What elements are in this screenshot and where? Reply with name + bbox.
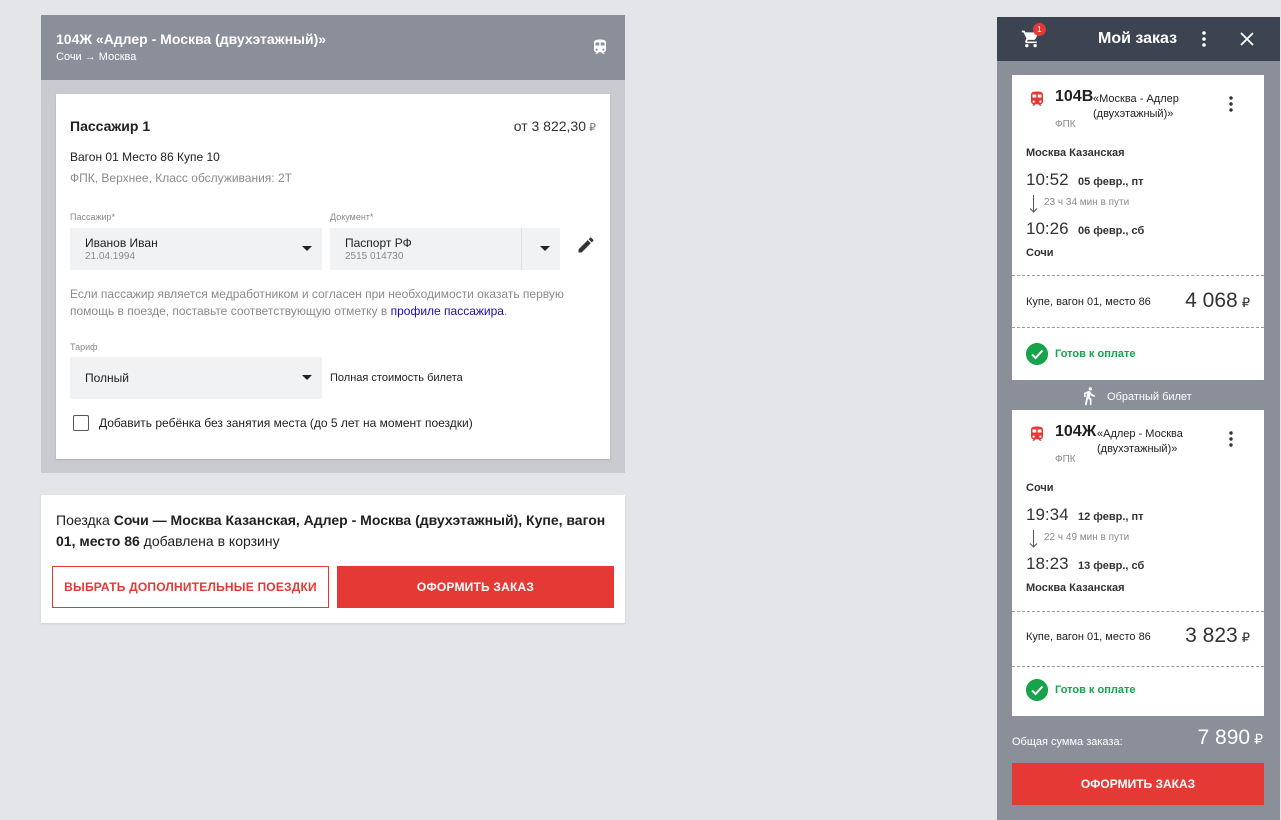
train-number: 104В bbox=[1055, 88, 1094, 105]
pencil-icon[interactable] bbox=[576, 235, 596, 255]
departure-date: 12 февр., пт bbox=[1078, 511, 1144, 523]
departure-station: Москва Казанская bbox=[1026, 147, 1125, 159]
seat-info: Купе, вагон 01, место 86 bbox=[1026, 296, 1151, 308]
arrival-date: 06 февр., сб bbox=[1078, 225, 1145, 237]
passenger-dob: 21.04.1994 bbox=[85, 251, 136, 262]
dropdown-arrow-icon bbox=[302, 246, 312, 251]
document-type: Паспорт РФ bbox=[345, 236, 412, 250]
currency-symbol: ₽ bbox=[1241, 630, 1250, 645]
return-ticket-row: Обратный билет bbox=[997, 384, 1280, 408]
arrival-date: 13 февр., сб bbox=[1078, 560, 1145, 572]
train-number: 104Ж bbox=[1055, 423, 1097, 440]
currency-symbol: ₽ bbox=[589, 122, 596, 134]
passenger-field-label: Пассажир* bbox=[70, 212, 116, 222]
tariff-select[interactable]: Полный bbox=[70, 357, 322, 399]
check-icon bbox=[1026, 679, 1048, 701]
divider bbox=[1012, 611, 1264, 612]
seat-info: Купе, вагон 01, место 86 bbox=[1026, 631, 1151, 643]
tariff-note: Полная стоимость билета bbox=[330, 372, 463, 384]
tariff-field-label: Тариф bbox=[70, 342, 98, 352]
payment-status: Готов к оплате bbox=[1055, 684, 1136, 696]
document-number: 2515 014730 bbox=[345, 251, 404, 262]
carrier: ФПК bbox=[1055, 454, 1076, 465]
train-name: «Адлер - Москва (двухэтажный)» bbox=[1097, 428, 1183, 455]
dropdown-arrow-icon bbox=[302, 375, 312, 380]
trip-title: 104Ж «Адлер - Москва (двухэтажный)» bbox=[56, 31, 327, 47]
child-checkbox[interactable] bbox=[73, 415, 89, 431]
passenger-select[interactable]: Иванов Иван 21.04.1994 bbox=[70, 228, 322, 270]
train-icon bbox=[1031, 426, 1043, 441]
currency-symbol: ₽ bbox=[1254, 731, 1263, 747]
train-icon bbox=[1031, 91, 1043, 106]
order-total-value: 7 890 ₽ bbox=[1198, 726, 1263, 750]
cart-count-badge: 1 bbox=[1033, 23, 1046, 36]
arrival-station: Сочи bbox=[1026, 247, 1054, 259]
tariff-value: Полный bbox=[85, 371, 129, 385]
added-to-cart-card: Поездка Сочи — Москва Казанская, Адлер -… bbox=[41, 495, 625, 623]
passenger-profile-link[interactable]: профиле пассажира bbox=[391, 304, 504, 318]
currency-symbol: ₽ bbox=[1241, 295, 1250, 310]
price-amount: от 3 822,30 bbox=[513, 118, 586, 134]
travel-duration: 22 ч 49 мин в пути bbox=[1044, 532, 1130, 543]
document-field-label: Документ* bbox=[330, 212, 374, 222]
check-icon bbox=[1026, 343, 1048, 365]
class-info: ФПК, Верхнее, Класс обслуживания: 2Т bbox=[70, 171, 292, 185]
trip-header: 104Ж «Адлер - Москва (двухэтажный)» Сочи… bbox=[41, 15, 625, 80]
trip-card: 104Ж «Адлер - Москва (двухэтажный)» Сочи… bbox=[41, 15, 625, 473]
train-icon bbox=[594, 39, 606, 54]
arrival-station: Москва Казанская bbox=[1026, 582, 1125, 594]
passenger-title: Пассажир 1 bbox=[70, 118, 151, 134]
kebab-icon[interactable] bbox=[1223, 430, 1239, 448]
divider bbox=[1012, 666, 1264, 667]
divider bbox=[1012, 275, 1264, 276]
kebab-icon[interactable] bbox=[1223, 95, 1239, 113]
checkout-button[interactable]: ОФОРМИТЬ ЗАКАЗ bbox=[337, 566, 614, 608]
order-trip-item: 104Ж «Адлер - Москва (двухэтажный)» ФПК … bbox=[1012, 410, 1264, 716]
medic-info-text: Если пассажир является медработником и с… bbox=[70, 286, 590, 320]
kebab-icon[interactable] bbox=[1195, 29, 1213, 49]
price-amount: 3 823 bbox=[1185, 624, 1238, 647]
departure-date: 05 февр., пт bbox=[1078, 176, 1144, 188]
passenger-panel: Пассажир 1 от 3 822,30 ₽ Вагон 01 Место 8… bbox=[56, 94, 610, 459]
departure-time: 10:52 bbox=[1026, 170, 1069, 189]
carrier: ФПК bbox=[1055, 119, 1076, 130]
document-select[interactable]: Паспорт РФ 2515 014730 bbox=[330, 228, 560, 270]
travel-duration: 23 ч 34 мин в пути bbox=[1044, 197, 1130, 208]
payment-status: Готов к оплате bbox=[1055, 348, 1136, 360]
passenger-price: от 3 822,30 ₽ bbox=[514, 118, 596, 134]
order-title: Мой заказ bbox=[1098, 30, 1178, 47]
order-header: 1 Мой заказ bbox=[997, 17, 1280, 61]
dropdown-arrow-icon bbox=[540, 246, 550, 251]
added-suffix: добавлена в корзину bbox=[139, 533, 280, 549]
trip-route: Сочи → Москва bbox=[56, 51, 137, 63]
total-amount: 7 890 bbox=[1197, 726, 1251, 749]
passenger-name: Иванов Иван bbox=[85, 236, 158, 250]
arrow-down-icon bbox=[1029, 530, 1038, 548]
train-name: «Москва - Адлер (двухэтажный)» bbox=[1093, 93, 1179, 120]
order-total-label: Общая сумма заказа: bbox=[1012, 736, 1123, 748]
added-trip-details: Сочи — Москва Казанская, Адлер - Москва … bbox=[56, 512, 606, 549]
price-amount: 4 068 bbox=[1185, 289, 1238, 312]
divider bbox=[1012, 327, 1264, 328]
return-ticket-label: Обратный билет bbox=[1107, 391, 1192, 403]
arrival-time: 18:23 bbox=[1026, 554, 1069, 573]
trip-price: 3 823 ₽ bbox=[1185, 624, 1250, 648]
arrival-time: 10:26 bbox=[1026, 219, 1069, 238]
departure-station: Сочи bbox=[1026, 482, 1054, 494]
departure-time: 19:34 bbox=[1026, 505, 1069, 524]
order-trip-item: 104В «Москва - Адлер (двухэтажный)» ФПК … bbox=[1012, 75, 1264, 380]
walk-icon bbox=[1084, 387, 1095, 406]
close-icon[interactable] bbox=[1237, 29, 1257, 49]
added-to-cart-message: Поездка Сочи — Москва Казанская, Адлер -… bbox=[56, 510, 616, 552]
seat-info: Вагон 01 Место 86 Купе 10 bbox=[70, 150, 220, 164]
arrow-down-icon bbox=[1029, 195, 1038, 213]
child-checkbox-label[interactable]: Добавить ребёнка без занятия места (до 5… bbox=[99, 416, 473, 430]
choose-more-trips-button[interactable]: ВЫБРАТЬ ДОПОЛНИТЕЛЬНЫЕ ПОЕЗДКИ bbox=[52, 566, 329, 608]
trip-price: 4 068 ₽ bbox=[1185, 289, 1250, 313]
order-checkout-button[interactable]: ОФОРМИТЬ ЗАКАЗ bbox=[1012, 763, 1264, 805]
order-panel: 1 Мой заказ 104В «Москва - Адлер (двухэт… bbox=[997, 17, 1280, 820]
added-prefix: Поездка bbox=[56, 512, 114, 528]
info-text-end: . bbox=[503, 304, 508, 318]
divider bbox=[521, 228, 522, 270]
